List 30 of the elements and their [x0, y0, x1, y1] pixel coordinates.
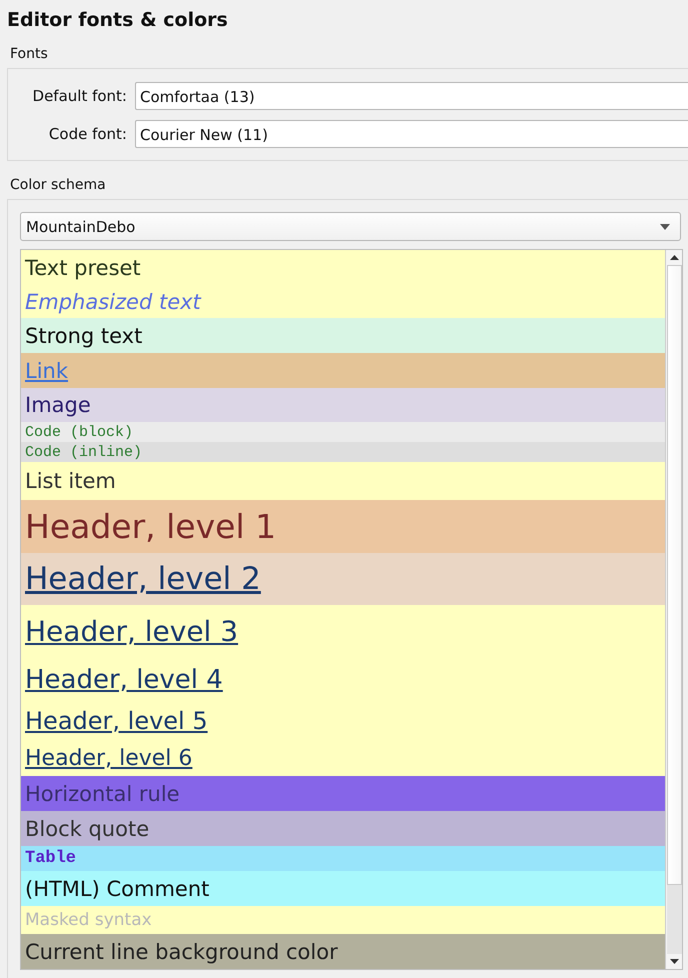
- font-field[interactable]: Courier New (11): [135, 120, 688, 148]
- page-title: Editor fonts & colors: [6, 8, 229, 33]
- style-item[interactable]: Current line background color: [21, 934, 665, 969]
- style-item[interactable]: Header, level 2: [21, 553, 665, 605]
- style-item[interactable]: Header, level 1: [21, 500, 665, 553]
- style-item[interactable]: (HTML) Comment: [21, 871, 665, 906]
- scrollbar-thumb[interactable]: [666, 265, 682, 885]
- style-item[interactable]: Block quote: [21, 811, 665, 846]
- field-label: Code font:: [48, 125, 128, 143]
- scroll-down-icon[interactable]: [670, 959, 678, 964]
- style-item[interactable]: Emphasized text: [21, 285, 665, 318]
- schema-dropdown[interactable]: MountainDebo: [20, 212, 681, 241]
- scrollbar[interactable]: [665, 250, 682, 969]
- group-label: Color schema: [9, 176, 107, 195]
- field-label: Default font:: [32, 87, 128, 105]
- style-item[interactable]: Header, level 5: [21, 701, 665, 741]
- font-field[interactable]: Comfortaa (13): [135, 82, 688, 110]
- scroll-up-icon[interactable]: [670, 255, 678, 260]
- style-item[interactable]: Code (inline): [21, 442, 665, 462]
- style-item[interactable]: List item: [21, 462, 665, 500]
- style-item[interactable]: Strong text: [21, 318, 665, 353]
- style-item[interactable]: Text preset: [21, 250, 665, 285]
- style-item[interactable]: Header, level 6: [21, 741, 665, 776]
- style-item[interactable]: Code (block): [21, 422, 665, 442]
- style-item[interactable]: Header, level 4: [21, 658, 665, 701]
- style-item[interactable]: Image: [21, 388, 665, 422]
- style-item[interactable]: Table: [21, 846, 665, 871]
- caret-icon: [660, 224, 670, 230]
- style-item[interactable]: Header, level 3: [21, 605, 665, 658]
- group-label: Fonts: [9, 45, 49, 64]
